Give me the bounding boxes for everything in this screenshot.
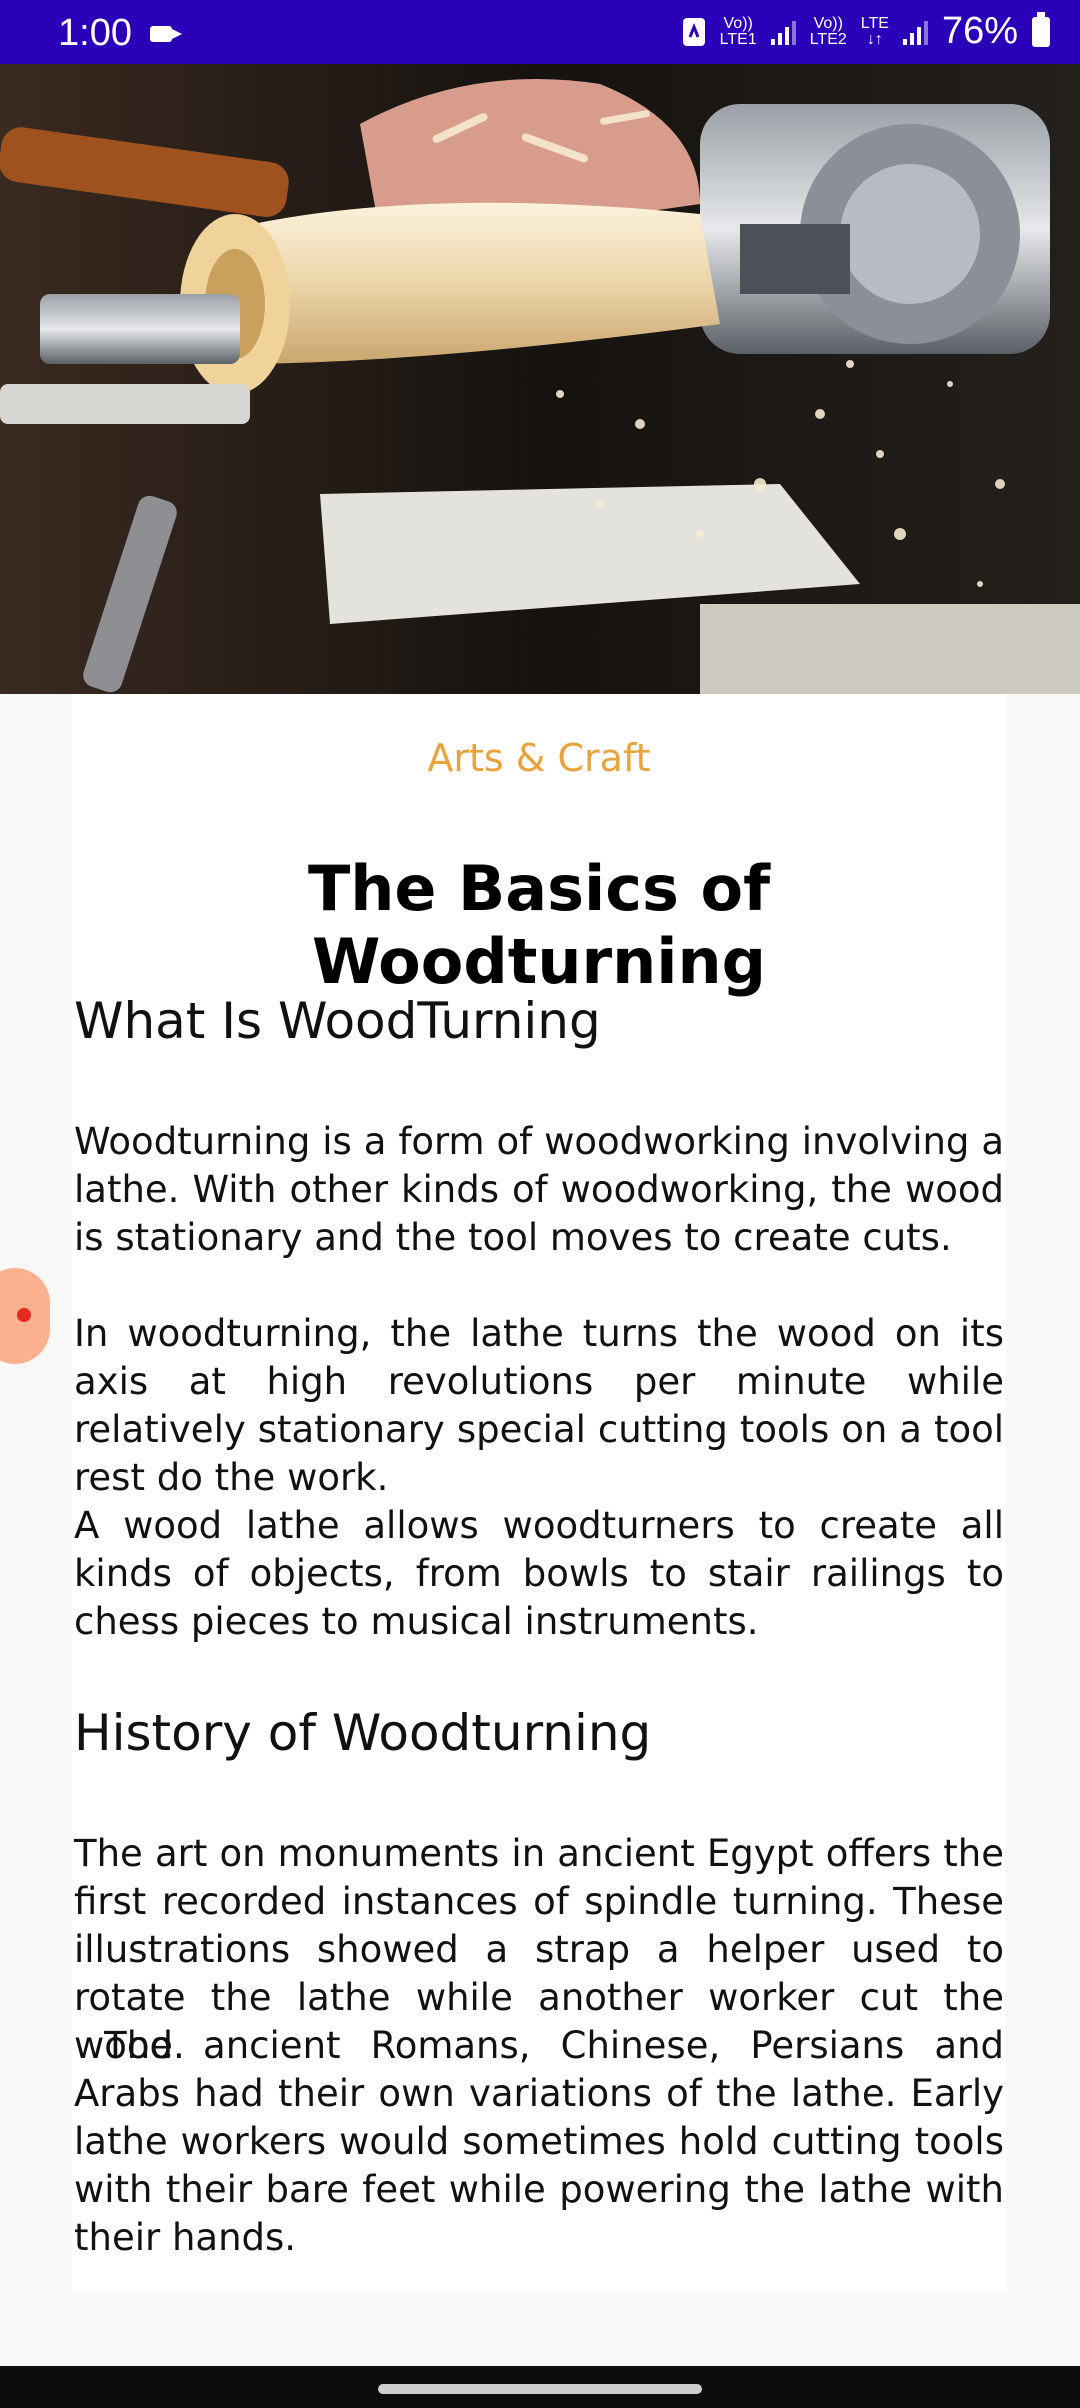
paragraph-2: In woodturning, the lathe turns the wood… xyxy=(74,1312,1004,1499)
paragraph-1: Woodturning is a form of woodworking inv… xyxy=(74,1120,1004,1259)
status-icons: Vo)) LTE1 Vo)) LTE2 LTE ↓↑ 76% xyxy=(682,10,1050,53)
floating-record-dot-icon xyxy=(17,1308,31,1322)
section-heading-history: History of Woodturning xyxy=(74,1704,652,1762)
video-camera-icon xyxy=(150,26,182,42)
article-category[interactable]: Arts & Craft xyxy=(72,736,1006,780)
home-gesture-handle[interactable] xyxy=(378,2384,702,2394)
section-heading-what-is: What Is WoodTurning xyxy=(74,992,601,1050)
signal-strength-icon xyxy=(770,19,796,45)
battery-percent: 76% xyxy=(941,10,1018,52)
sim1-label: Vo)) LTE1 xyxy=(719,14,757,48)
hero-image xyxy=(0,64,1080,694)
nfc-icon xyxy=(682,17,705,46)
paragraph-5: The ancient Romans, Chinese, Persians an… xyxy=(74,2024,1005,2259)
network-type-label: LTE ↓↑ xyxy=(860,14,889,48)
status-bar: 1:00 Vo)) LTE1 Vo)) LTE2 LTE ↓↑ 76% xyxy=(0,0,1080,64)
paragraph-3: A wood lathe allows woodturners to creat… xyxy=(74,1504,1004,1643)
battery-icon xyxy=(1032,11,1050,47)
article-title: The Basics of Woodturning xyxy=(307,852,771,998)
status-time: 1:00 xyxy=(58,12,132,54)
article-card: Arts & Craft The Basics of Woodturning W… xyxy=(72,694,1006,2292)
sim2-label: Vo)) LTE2 xyxy=(809,14,847,48)
signal-strength-icon-2 xyxy=(902,19,928,45)
